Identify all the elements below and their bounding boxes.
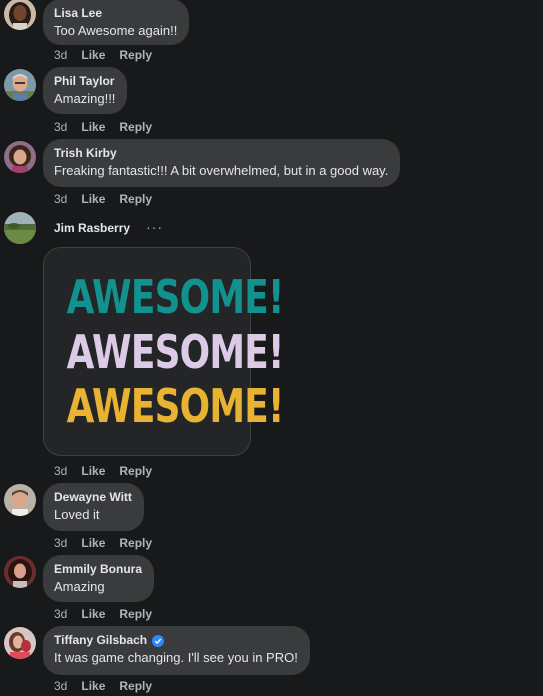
comment-actions: 3d Like Reply [54, 536, 152, 550]
comment-author[interactable]: Phil Taylor [54, 74, 114, 89]
comment-actions: 3d Like Reply [54, 48, 152, 62]
avatar[interactable] [4, 484, 36, 516]
comment-thread: Lisa Lee Too Awesome again!! 3d Like Rep… [0, 0, 543, 696]
reply-button[interactable]: Reply [119, 679, 152, 693]
comment-timestamp[interactable]: 3d [54, 536, 67, 550]
comment-bubble: Emmily Bonura Amazing [43, 555, 155, 602]
like-button[interactable]: Like [81, 192, 105, 206]
comment-bubble: Trish Kirby Freaking fantastic!!! A bit … [43, 139, 401, 187]
comment-bubble: Dewayne Witt Loved it [43, 483, 144, 531]
comment-text: Amazing!!! [54, 91, 116, 106]
avatar[interactable] [4, 212, 36, 244]
comment-text: Too Awesome again!! [54, 23, 178, 38]
reply-button[interactable]: Reply [119, 192, 152, 206]
comment-author[interactable]: Emmily Bonura [54, 562, 142, 577]
avatar[interactable] [4, 556, 36, 588]
comment-author[interactable]: Jim Rasberry [54, 221, 130, 236]
reply-button[interactable]: Reply [119, 48, 152, 62]
comment-text: Loved it [54, 507, 100, 522]
sticker-text-line: AWESOME! [66, 379, 285, 433]
like-button[interactable]: Like [81, 120, 105, 134]
avatar[interactable] [4, 0, 36, 30]
comment-timestamp[interactable]: 3d [54, 192, 67, 206]
comment-timestamp[interactable]: 3d [54, 120, 67, 134]
avatar[interactable] [4, 627, 36, 659]
like-button[interactable]: Like [81, 607, 105, 621]
verified-check-icon [152, 634, 165, 647]
avatar[interactable] [4, 141, 36, 173]
comment-actions: 3d Like Reply [54, 607, 152, 621]
comment-text: It was game changing. I'll see you in PR… [54, 650, 298, 665]
comment-timestamp[interactable]: 3d [54, 679, 67, 693]
comment-timestamp[interactable]: 3d [54, 48, 67, 62]
comment-author[interactable]: Dewayne Witt [54, 490, 132, 505]
reply-button[interactable]: Reply [119, 607, 152, 621]
like-button[interactable]: Like [81, 464, 105, 478]
comment-timestamp[interactable]: 3d [54, 464, 67, 478]
sticker-text-line: AWESOME! [66, 325, 285, 379]
comment-text: Freaking fantastic!!! A bit overwhelmed,… [54, 163, 389, 178]
comment-author[interactable]: Tiffany Gilsbach [54, 633, 147, 648]
comment-bubble: Lisa Lee Too Awesome again!! [43, 0, 190, 45]
like-button[interactable]: Like [81, 48, 105, 62]
sticker-image[interactable]: AWESOME! AWESOME! AWESOME! [43, 247, 285, 456]
comment-author[interactable]: Lisa Lee [54, 6, 102, 21]
comment-text: Amazing [54, 579, 105, 594]
reply-button[interactable]: Reply [119, 120, 152, 134]
avatar[interactable] [4, 69, 36, 101]
comment-actions: 3d Like Reply [54, 120, 152, 134]
like-button[interactable]: Like [81, 679, 105, 693]
comment-timestamp[interactable]: 3d [54, 607, 67, 621]
comment-bubble: Tiffany Gilsbach It was game changing. I… [43, 626, 310, 675]
more-options-icon[interactable]: ··· [146, 220, 163, 234]
sticker-text-line: AWESOME! [66, 270, 285, 324]
like-button[interactable]: Like [81, 536, 105, 550]
comment-actions: 3d Like Reply [54, 192, 152, 206]
comment-actions: 3d Like Reply [54, 679, 152, 693]
reply-button[interactable]: Reply [119, 536, 152, 550]
comment-bubble: Phil Taylor Amazing!!! [43, 67, 128, 114]
reply-button[interactable]: Reply [119, 464, 152, 478]
comment-author[interactable]: Trish Kirby [54, 146, 117, 161]
comment-actions: 3d Like Reply [54, 464, 152, 478]
